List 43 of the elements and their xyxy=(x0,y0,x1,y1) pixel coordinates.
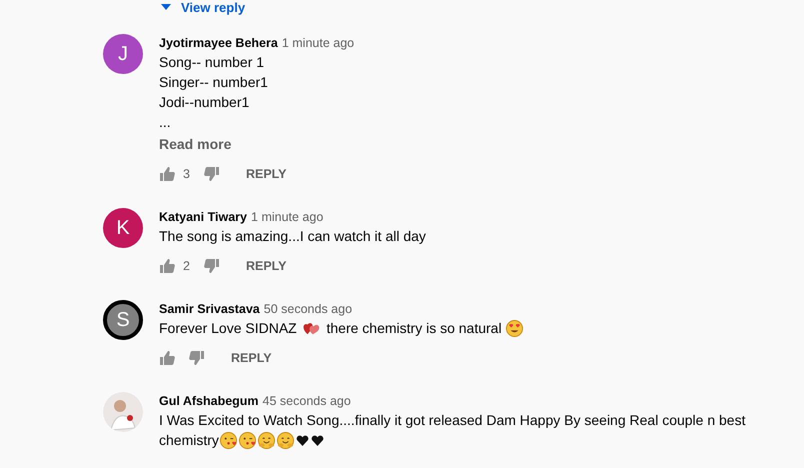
comment-text: Song-- number 1 xyxy=(159,53,264,72)
author-name[interactable]: Gul Afshabegum xyxy=(159,392,259,410)
comment-text: I Was Excited to Watch Song....finally it got released Dam Happy By seeing Real couple n best xyxy=(159,411,746,430)
avatar[interactable]: K xyxy=(103,208,143,248)
hugging-emoji-icon xyxy=(276,432,294,448)
view-reply-link[interactable]: View reply xyxy=(161,0,804,14)
thumbs-up-icon[interactable] xyxy=(159,258,175,274)
kissing-emoji-icon xyxy=(238,432,256,448)
avatar[interactable]: J xyxy=(103,34,143,74)
thumbs-down-icon[interactable] xyxy=(204,166,220,182)
comment-time[interactable]: 1 minute ago xyxy=(251,208,324,226)
comment-time[interactable]: 50 seconds ago xyxy=(264,300,352,318)
comment-time[interactable]: 45 seconds ago xyxy=(262,392,351,410)
avatar[interactable]: S xyxy=(103,300,143,340)
reply-button[interactable]: REPLY xyxy=(238,253,294,279)
thumbs-up-icon[interactable] xyxy=(159,166,175,182)
comment-text: there chemistry is so natural xyxy=(325,319,503,338)
caret-icon xyxy=(161,4,171,10)
comment-text: Jodi--number1 xyxy=(159,93,250,112)
comment-text: Singer-- number1 xyxy=(159,73,268,92)
like-count: 2 xyxy=(183,259,190,273)
comment-text: chemistry xyxy=(159,431,219,450)
hugging-emoji-icon xyxy=(258,432,275,448)
heart-icon xyxy=(310,434,324,446)
thumbs-down-icon[interactable] xyxy=(189,350,205,366)
author-name[interactable]: Samir Srivastava xyxy=(159,300,260,318)
comment-time[interactable]: 1 minute ago xyxy=(282,34,354,52)
heart-eyes-emoji-icon xyxy=(506,320,524,336)
thumbs-down-icon[interactable] xyxy=(204,258,220,274)
two-hearts-icon xyxy=(302,320,322,336)
thumbs-up-icon[interactable] xyxy=(159,350,175,366)
kissing-emoji-icon xyxy=(220,432,237,448)
like-count: 3 xyxy=(183,167,190,181)
reply-button[interactable]: REPLY xyxy=(238,161,294,187)
comment-text: The song is amazing...I can watch it all day xyxy=(159,227,426,246)
author-name[interactable]: Jyotirmayee Behera xyxy=(159,34,278,52)
photo-placeholder[interactable] xyxy=(103,392,143,432)
read-more-link[interactable]: Read more xyxy=(159,134,354,154)
heart-icon xyxy=(296,434,309,446)
comment-text: Forever Love SIDNAZ xyxy=(159,319,298,338)
reply-button[interactable]: REPLY xyxy=(223,345,280,371)
comment-text: ... xyxy=(159,113,171,132)
author-name[interactable]: Katyani Tiwary xyxy=(159,208,248,226)
